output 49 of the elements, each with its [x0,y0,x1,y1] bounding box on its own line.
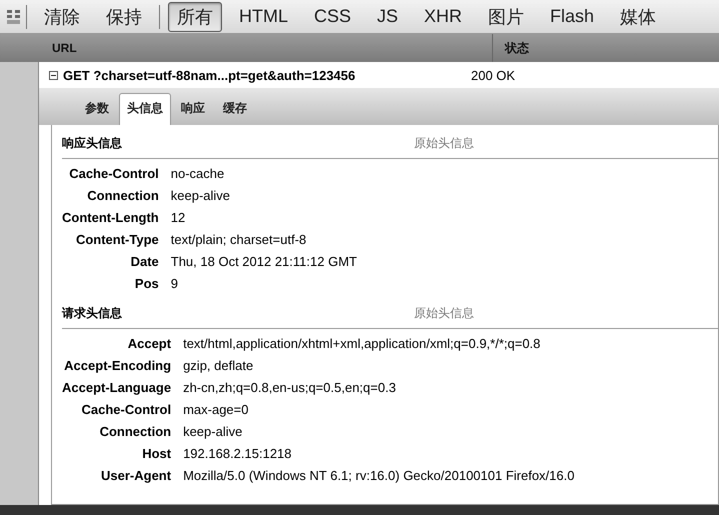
filter-button[interactable]: 媒体 [611,2,666,32]
filter-button[interactable]: 清除 [35,2,89,32]
header-name: Accept-Encoding [63,357,172,375]
filter-button[interactable]: 保持 [97,2,151,32]
header-value: gzip, deflate [183,357,254,375]
header-value: max-age=0 [183,401,250,419]
section-title: 响应头信息 [62,135,123,152]
header-name: Content-Type [74,231,159,249]
header-name: Accept [126,335,172,353]
filter-button[interactable]: 图片 [479,2,534,32]
header-value: keep-alive [183,423,244,441]
detail-tab[interactable]: 头信息 [119,93,171,125]
filter-button[interactable]: Flash [541,3,604,30]
header-name: Date [130,253,159,271]
filter-button[interactable]: 所有 [168,2,222,32]
header-value: 9 [170,275,179,293]
inspect-icon[interactable] [6,8,22,26]
header-value: zh-cn,zh;q=0.8,en-us;q=0.5,en;q=0.3 [183,379,397,397]
header-name: Cache-Control [80,401,172,419]
header-name: Cache-Control [68,165,159,183]
header-name: Accept-Language [62,379,172,397]
header-name: Host [141,445,172,463]
section-title: 请求头信息 [62,305,123,322]
status-text: 200 OK [471,68,516,82]
header-name: Pos [134,275,159,293]
header-value: 12 [170,209,186,227]
detail-tab[interactable]: 响应 [173,93,213,125]
filter-button[interactable]: XHR [415,3,472,30]
raw-headers-link[interactable]: 原始头信息 [414,135,474,152]
detail-tab[interactable]: 参数 [77,93,117,125]
filter-button[interactable]: JS [368,3,408,30]
raw-headers-link[interactable]: 原始头信息 [414,305,474,322]
header-value: no-cache [170,165,226,183]
detail-tab[interactable]: 缓存 [215,93,255,125]
header-value: Thu, 18 Oct 2012 21:11:12 GMT [170,253,358,271]
header-name: Connection [86,187,159,205]
filter-button[interactable]: HTML [230,3,297,30]
header-value: keep-alive [170,187,232,205]
header-name: Connection [98,423,172,441]
header-value: text/html,application/xhtml+xml,application/xml;q=0.9,*/*;q=0.8 [183,335,542,353]
header-name: User-Agent [100,467,172,485]
collapse-icon[interactable] [49,70,58,80]
header-value: text/plain; charset=utf-8 [170,231,308,249]
header-value: Mozilla/5.0 (Windows NT 6.1; rv:16.0) Gecko/20100101 Firefox/16.0 [183,467,576,485]
request-url[interactable]: GET ?charset=utf-88nam...pt=get&auth=123456 [63,68,471,82]
header-name: Content-Length [62,209,159,227]
column-header[interactable]: 状态 [493,40,529,56]
filter-button[interactable]: CSS [305,3,360,30]
header-value: 192.168.2.15:1218 [183,445,293,463]
